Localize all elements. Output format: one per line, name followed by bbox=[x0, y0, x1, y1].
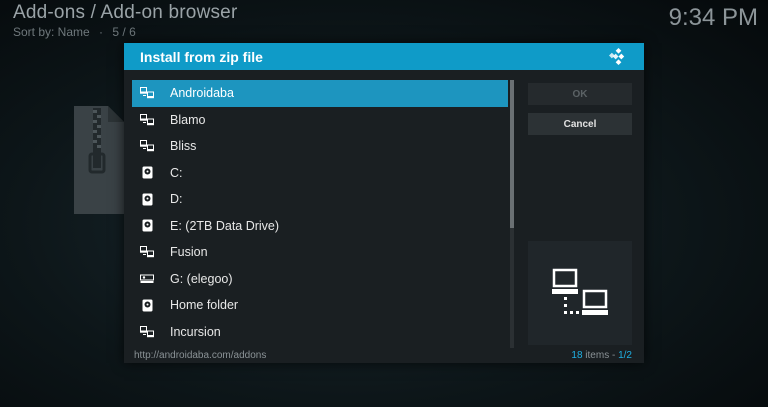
network-share-large-icon bbox=[552, 268, 608, 315]
hard-drive-icon bbox=[140, 299, 154, 312]
background-header: Add-ons / Add-on browser Sort by: Name ·… bbox=[13, 2, 237, 39]
ok-button[interactable]: OK bbox=[528, 83, 632, 105]
clock: 9:34 PM bbox=[668, 4, 758, 31]
preview-panel bbox=[528, 241, 632, 345]
source-list[interactable]: Androidaba Blamo Bliss C: D: E: (2TB Dat… bbox=[132, 80, 508, 348]
install-from-zip-dialog: Install from zip file Androidaba Blamo B… bbox=[124, 43, 644, 363]
current-path: http://androidaba.com/addons bbox=[134, 350, 267, 361]
list-item-label: G: (elegoo) bbox=[170, 271, 233, 286]
list-item[interactable]: D: bbox=[132, 186, 508, 213]
zip-file-icon bbox=[74, 106, 124, 214]
sort-info: Sort by: Name · 5 / 6 bbox=[13, 25, 237, 39]
list-item[interactable]: Incursion bbox=[132, 319, 508, 346]
list-item[interactable]: E: (2TB Data Drive) bbox=[132, 213, 508, 240]
item-count: 18 items - 1/2 bbox=[571, 350, 632, 361]
cancel-button[interactable]: Cancel bbox=[528, 113, 632, 135]
list-item-label: Fusion bbox=[170, 245, 208, 260]
kodi-logo-icon bbox=[609, 47, 625, 66]
hard-drive-icon bbox=[140, 166, 154, 179]
dialog-title: Install from zip file bbox=[140, 49, 263, 65]
list-scrollbar[interactable] bbox=[510, 80, 514, 348]
item-count-suffix: items - bbox=[582, 350, 619, 361]
list-item[interactable]: Home folder bbox=[132, 292, 508, 319]
list-item-label: Incursion bbox=[170, 324, 221, 339]
list-item[interactable]: C: bbox=[132, 160, 508, 187]
list-item-label: D: bbox=[170, 192, 183, 207]
page-indicator: 1/2 bbox=[618, 350, 632, 361]
list-item-label: C: bbox=[170, 165, 183, 180]
list-item[interactable]: Androidaba bbox=[132, 80, 508, 107]
network-share-icon bbox=[140, 113, 154, 126]
optical-drive-icon bbox=[140, 273, 154, 285]
network-share-icon bbox=[140, 325, 154, 338]
hard-drive-icon bbox=[140, 219, 154, 232]
list-item[interactable]: Fusion bbox=[132, 239, 508, 266]
list-item[interactable]: Bliss bbox=[132, 133, 508, 160]
network-share-icon bbox=[140, 87, 154, 99]
list-item-label: Home folder bbox=[170, 298, 239, 313]
list-item[interactable]: G: (elegoo) bbox=[132, 266, 508, 293]
network-share-icon bbox=[140, 246, 154, 258]
position-label: 5 / 6 bbox=[112, 25, 136, 39]
network-share-icon bbox=[140, 140, 154, 152]
list-item-label: Bliss bbox=[170, 139, 197, 154]
scrollbar-thumb[interactable] bbox=[510, 80, 514, 228]
list-item[interactable]: Blamo bbox=[132, 107, 508, 134]
separator: · bbox=[99, 25, 104, 39]
hard-drive-icon bbox=[140, 193, 154, 206]
list-item-label: E: (2TB Data Drive) bbox=[170, 218, 280, 233]
dialog-header: Install from zip file bbox=[124, 43, 644, 70]
item-count-number: 18 bbox=[571, 350, 583, 361]
page-title: Add-ons / Add-on browser bbox=[13, 2, 238, 23]
list-item-label: Androidaba bbox=[170, 86, 234, 101]
sort-label: Sort by: Name bbox=[13, 25, 90, 39]
list-item-label: Blamo bbox=[170, 112, 206, 127]
